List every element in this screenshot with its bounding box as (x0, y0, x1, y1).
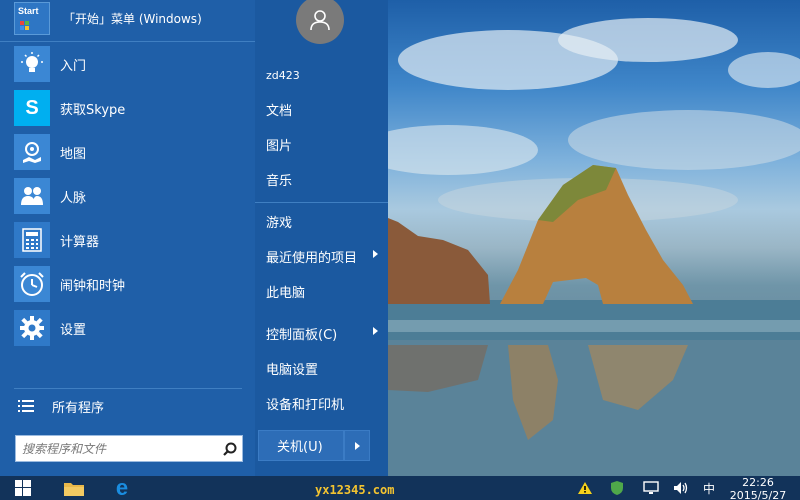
app-label: 人脉 (60, 190, 87, 206)
ime-label: 中 (702, 481, 715, 496)
place-label: 最近使用的项目 (266, 250, 358, 266)
skype-icon: S (14, 90, 50, 126)
list-icon (18, 400, 34, 412)
all-programs-label: 所有程序 (52, 400, 105, 416)
tray-clock[interactable]: 22:26 2015/5/27 (722, 476, 794, 500)
place-label: 电脑设置 (266, 362, 319, 378)
place-label: 图片 (266, 138, 293, 154)
search-icon[interactable] (218, 436, 242, 461)
submenu-arrow-icon (373, 250, 378, 258)
start-tile-label: Start (18, 5, 39, 16)
place-recent-items[interactable]: 最近使用的项目 (266, 245, 384, 267)
app-label: 入门 (60, 58, 87, 74)
app-item-maps[interactable]: 地图 (14, 132, 250, 172)
watermark-text: yx12345.com (315, 483, 395, 497)
tray-notification[interactable] (574, 476, 596, 500)
maps-icon (14, 134, 50, 170)
place-label: 设备和打印机 (266, 397, 345, 413)
start-menu: Start 「开始」菜单 (Windows) 入门 S 获取Skype 地图 人… (0, 0, 388, 476)
start-menu-left-column: Start 「开始」菜单 (Windows) 入门 S 获取Skype 地图 人… (0, 0, 255, 476)
app-item-alarms-clock[interactable]: 闹钟和时钟 (14, 264, 250, 304)
alarm-clock-icon (14, 266, 50, 302)
user-icon (310, 10, 330, 31)
shutdown-button[interactable]: 关机(U) (258, 430, 344, 461)
windows-logo-icon (15, 480, 31, 496)
shutdown-label: 关机(U) (277, 440, 323, 455)
folder-icon (64, 483, 84, 496)
all-programs-button[interactable]: 所有程序 (18, 394, 248, 418)
app-label: 获取Skype (60, 102, 126, 118)
warning-icon (578, 482, 592, 494)
calculator-icon (14, 222, 50, 258)
start-menu-title: 「开始」菜单 (Windows) (63, 11, 202, 26)
place-music[interactable]: 音乐 (266, 168, 384, 190)
place-this-pc[interactable]: 此电脑 (266, 280, 384, 302)
lightbulb-icon (14, 46, 50, 82)
app-label: 闹钟和时钟 (60, 278, 126, 294)
taskbar: e 中 22:26 2015/5/27 (0, 475, 800, 500)
app-item-settings[interactable]: 设置 (14, 308, 250, 348)
place-pc-settings[interactable]: 电脑设置 (266, 357, 384, 379)
edge-icon: e (115, 475, 129, 500)
clock-time: 22:26 (742, 476, 774, 489)
tray-security[interactable] (606, 476, 628, 500)
gear-icon (14, 310, 50, 346)
search-box[interactable] (15, 435, 243, 462)
shield-icon (611, 481, 623, 495)
place-label: 控制面板(C) (266, 327, 338, 343)
user-name-link[interactable]: zd423 (266, 64, 384, 86)
desktop-wallpaper (388, 0, 800, 476)
taskbar-edge-browser[interactable]: e (106, 475, 138, 500)
app-label: 地图 (60, 146, 87, 162)
app-item-calculator[interactable]: 计算器 (14, 220, 250, 260)
app-label: 设置 (60, 322, 87, 338)
place-label: 文档 (266, 103, 293, 119)
network-icon (643, 481, 659, 494)
divider (0, 41, 255, 42)
app-item-skype[interactable]: S 获取Skype (14, 88, 250, 128)
taskbar-file-explorer[interactable] (58, 476, 90, 500)
chevron-right-icon (355, 442, 360, 450)
place-documents[interactable]: 文档 (266, 98, 384, 120)
app-item-people[interactable]: 人脉 (14, 176, 250, 216)
user-name: zd423 (266, 68, 300, 82)
place-label: 此电脑 (266, 285, 306, 301)
app-item-get-started[interactable]: 入门 (14, 44, 250, 84)
start-button[interactable] (8, 476, 38, 500)
wallpaper-image (388, 18, 800, 476)
clock-date: 2015/5/27 (729, 489, 787, 500)
shutdown-options-button[interactable] (344, 430, 370, 461)
place-pictures[interactable]: 图片 (266, 133, 384, 155)
place-devices-printers[interactable]: 设备和打印机 (266, 392, 384, 414)
tray-volume[interactable] (670, 476, 692, 500)
tray-input-method[interactable]: 中 (698, 476, 720, 500)
people-icon (14, 178, 50, 214)
tray-network[interactable] (640, 476, 662, 500)
search-input[interactable] (16, 436, 218, 461)
submenu-arrow-icon (373, 327, 378, 335)
place-label: 音乐 (266, 173, 293, 189)
divider (14, 388, 242, 389)
start-logo-icon: Start (14, 1, 50, 35)
place-games[interactable]: 游戏 (266, 210, 384, 232)
start-menu-header[interactable]: Start 「开始」菜单 (Windows) (0, 0, 255, 36)
place-control-panel[interactable]: 控制面板(C) (266, 322, 384, 344)
divider (255, 202, 388, 203)
volume-icon (674, 482, 688, 494)
app-label: 计算器 (60, 234, 100, 250)
place-label: 游戏 (266, 215, 293, 231)
